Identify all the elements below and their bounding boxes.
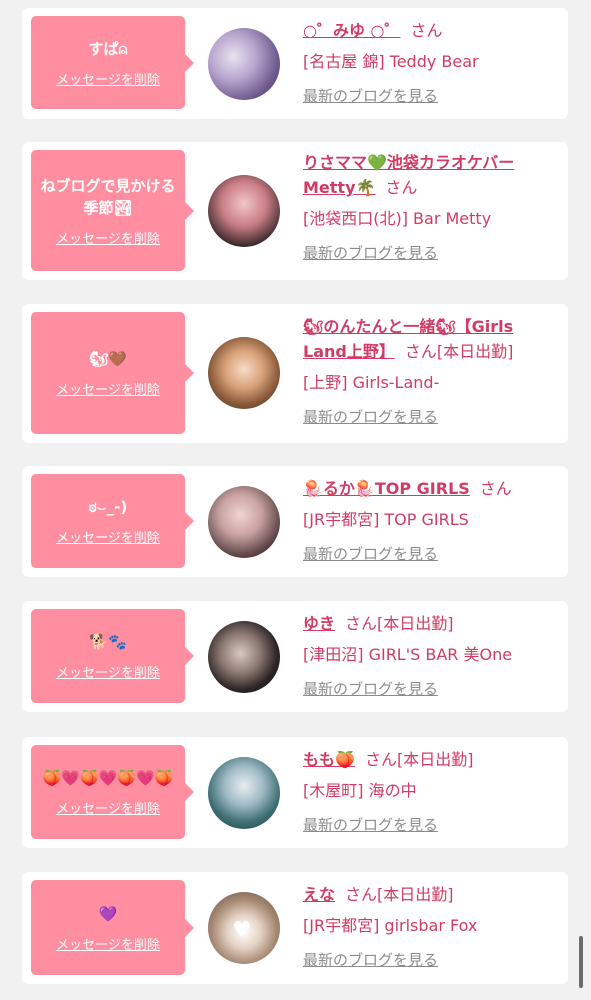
honorific: さん [479, 479, 512, 498]
shop-label: [津田沼] GIRL'S BAR 美One [303, 645, 513, 664]
delete-message-link[interactable]: メッセージを削除 [56, 662, 160, 681]
message-bubble: ねブログで見かける季節🏞 メッセージを削除 [31, 150, 194, 271]
message-bubble: 🍑💗🍑💗🍑💗🍑 メッセージを削除 [31, 745, 194, 839]
girl-name-link[interactable]: えな [303, 885, 335, 904]
girl-name-row: 🐿のんたんと一緒🐿【Girls Land上野】 さん[本日出勤] [303, 314, 559, 364]
blog-link[interactable]: 最新のブログを見る [303, 543, 438, 564]
message-bubble: すぱ⍝ メッセージを削除 [31, 16, 194, 109]
message-bubble: 💜 メッセージを削除 [31, 880, 194, 975]
girl-name-row: 🪼るか🪼TOP GIRLS さん [303, 476, 559, 501]
message-text: 🐿🤎 [89, 350, 127, 368]
blog-link[interactable]: 最新のブログを見る [303, 678, 438, 699]
list-item: ಠ⌣_-) メッセージを削除 🪼るか🪼TOP GIRLS さん [JR宇都宮] T… [22, 466, 568, 577]
honorific: さん [385, 178, 418, 197]
scrollbar[interactable] [579, 936, 583, 988]
delete-message-link[interactable]: メッセージを削除 [56, 69, 160, 88]
shop-label: [木屋町] 海の中 [303, 781, 417, 800]
girl-name-row: ○゜みゆ ○゜ さん [303, 18, 559, 43]
on-duty-label: [本日出勤] [377, 885, 454, 904]
avatar[interactable] [208, 337, 280, 409]
delete-message-link[interactable]: メッセージを削除 [56, 527, 160, 546]
list-item: 🐕🐾 メッセージを削除 ゆき さん[本日出勤] [津田沼] GIRL'S BAR … [22, 601, 568, 712]
girl-name-row: ゆき さん[本日出勤] [303, 611, 559, 636]
message-bubble: ಠ⌣_-) メッセージを削除 [31, 474, 194, 568]
honorific: さん [345, 614, 378, 633]
shop-label: [名古屋 錦] Teddy Bear [303, 52, 479, 71]
message-text: すぱ⍝ [88, 39, 128, 58]
delete-message-link[interactable]: メッセージを削除 [56, 379, 160, 398]
message-text: ねブログで見かける季節🏞 [40, 176, 176, 217]
message-bubble: 🐿🤎 メッセージを削除 [31, 312, 194, 434]
avatar[interactable] [208, 486, 280, 558]
avatar[interactable] [208, 757, 280, 829]
girl-name-link[interactable]: もも🍑 [303, 750, 355, 769]
blog-link[interactable]: 最新のブログを見る [303, 406, 438, 427]
message-text: 💜 [98, 904, 118, 923]
list-item: すぱ⍝ メッセージを削除 ○゜みゆ ○゜ さん [名古屋 錦] Teddy Bea… [22, 8, 568, 119]
honorific: さん [410, 21, 443, 40]
on-duty-label: [本日出勤] [377, 614, 454, 633]
blog-link[interactable]: 最新のブログを見る [303, 85, 438, 106]
shop-label: [JR宇都宮] TOP GIRLS [303, 510, 469, 529]
honorific: さん [345, 885, 378, 904]
girl-name-row: えな さん[本日出勤] [303, 882, 559, 907]
honorific: さん [364, 750, 397, 769]
message-text: 🐕🐾 [89, 633, 127, 651]
on-duty-label: [本日出勤] [396, 750, 474, 769]
girl-name-row: りさママ💚池袋カラオケバーMetty🌴 さん [303, 150, 559, 200]
blog-link[interactable]: 最新のブログを見る [303, 949, 438, 970]
message-text: 🍑💗🍑💗🍑💗🍑 [42, 769, 174, 787]
girl-name-link[interactable]: 🪼るか🪼TOP GIRLS [303, 479, 470, 498]
girl-name-link[interactable]: ○゜みゆ ○゜ [303, 21, 401, 40]
list-item: 🍑💗🍑💗🍑💗🍑 メッセージを削除 もも🍑 さん[本日出勤] [木屋町] 海の中 最… [22, 737, 568, 848]
honorific: さん [404, 342, 437, 361]
shop-label: [JR宇都宮] girlsbar Fox [303, 916, 478, 935]
blog-link[interactable]: 最新のブログを見る [303, 814, 438, 835]
delete-message-link[interactable]: メッセージを削除 [56, 798, 160, 817]
shop-label: [上野] Girls-Land- [303, 373, 440, 392]
delete-message-link[interactable]: メッセージを削除 [56, 934, 160, 953]
blog-link[interactable]: 最新のブログを見る [303, 242, 438, 263]
shop-label: [池袋西口(北)] Bar Metty [303, 209, 492, 228]
list-item: 💜 メッセージを削除 ♥ えな さん[本日出勤] [JR宇都宮] girlsbar… [22, 872, 568, 984]
delete-message-link[interactable]: メッセージを削除 [56, 228, 160, 247]
avatar[interactable] [208, 28, 280, 100]
heart-icon: ♥ [232, 918, 252, 943]
avatar[interactable] [208, 175, 280, 247]
list-item: ねブログで見かける季節🏞 メッセージを削除 りさママ💚池袋カラオケバーMetty… [22, 142, 568, 280]
message-bubble: 🐕🐾 メッセージを削除 [31, 609, 194, 703]
message-text: ಠ⌣_-) [88, 498, 128, 516]
girl-name-row: もも🍑 さん[本日出勤] [303, 747, 559, 772]
avatar[interactable]: ♥ [208, 892, 280, 964]
list-item: 🐿🤎 メッセージを削除 🐿のんたんと一緒🐿【Girls Land上野】 さん[本日… [22, 304, 568, 443]
avatar[interactable] [208, 621, 280, 693]
girl-name-link[interactable]: ゆき [303, 614, 335, 633]
on-duty-label: [本日出勤] [436, 342, 514, 361]
